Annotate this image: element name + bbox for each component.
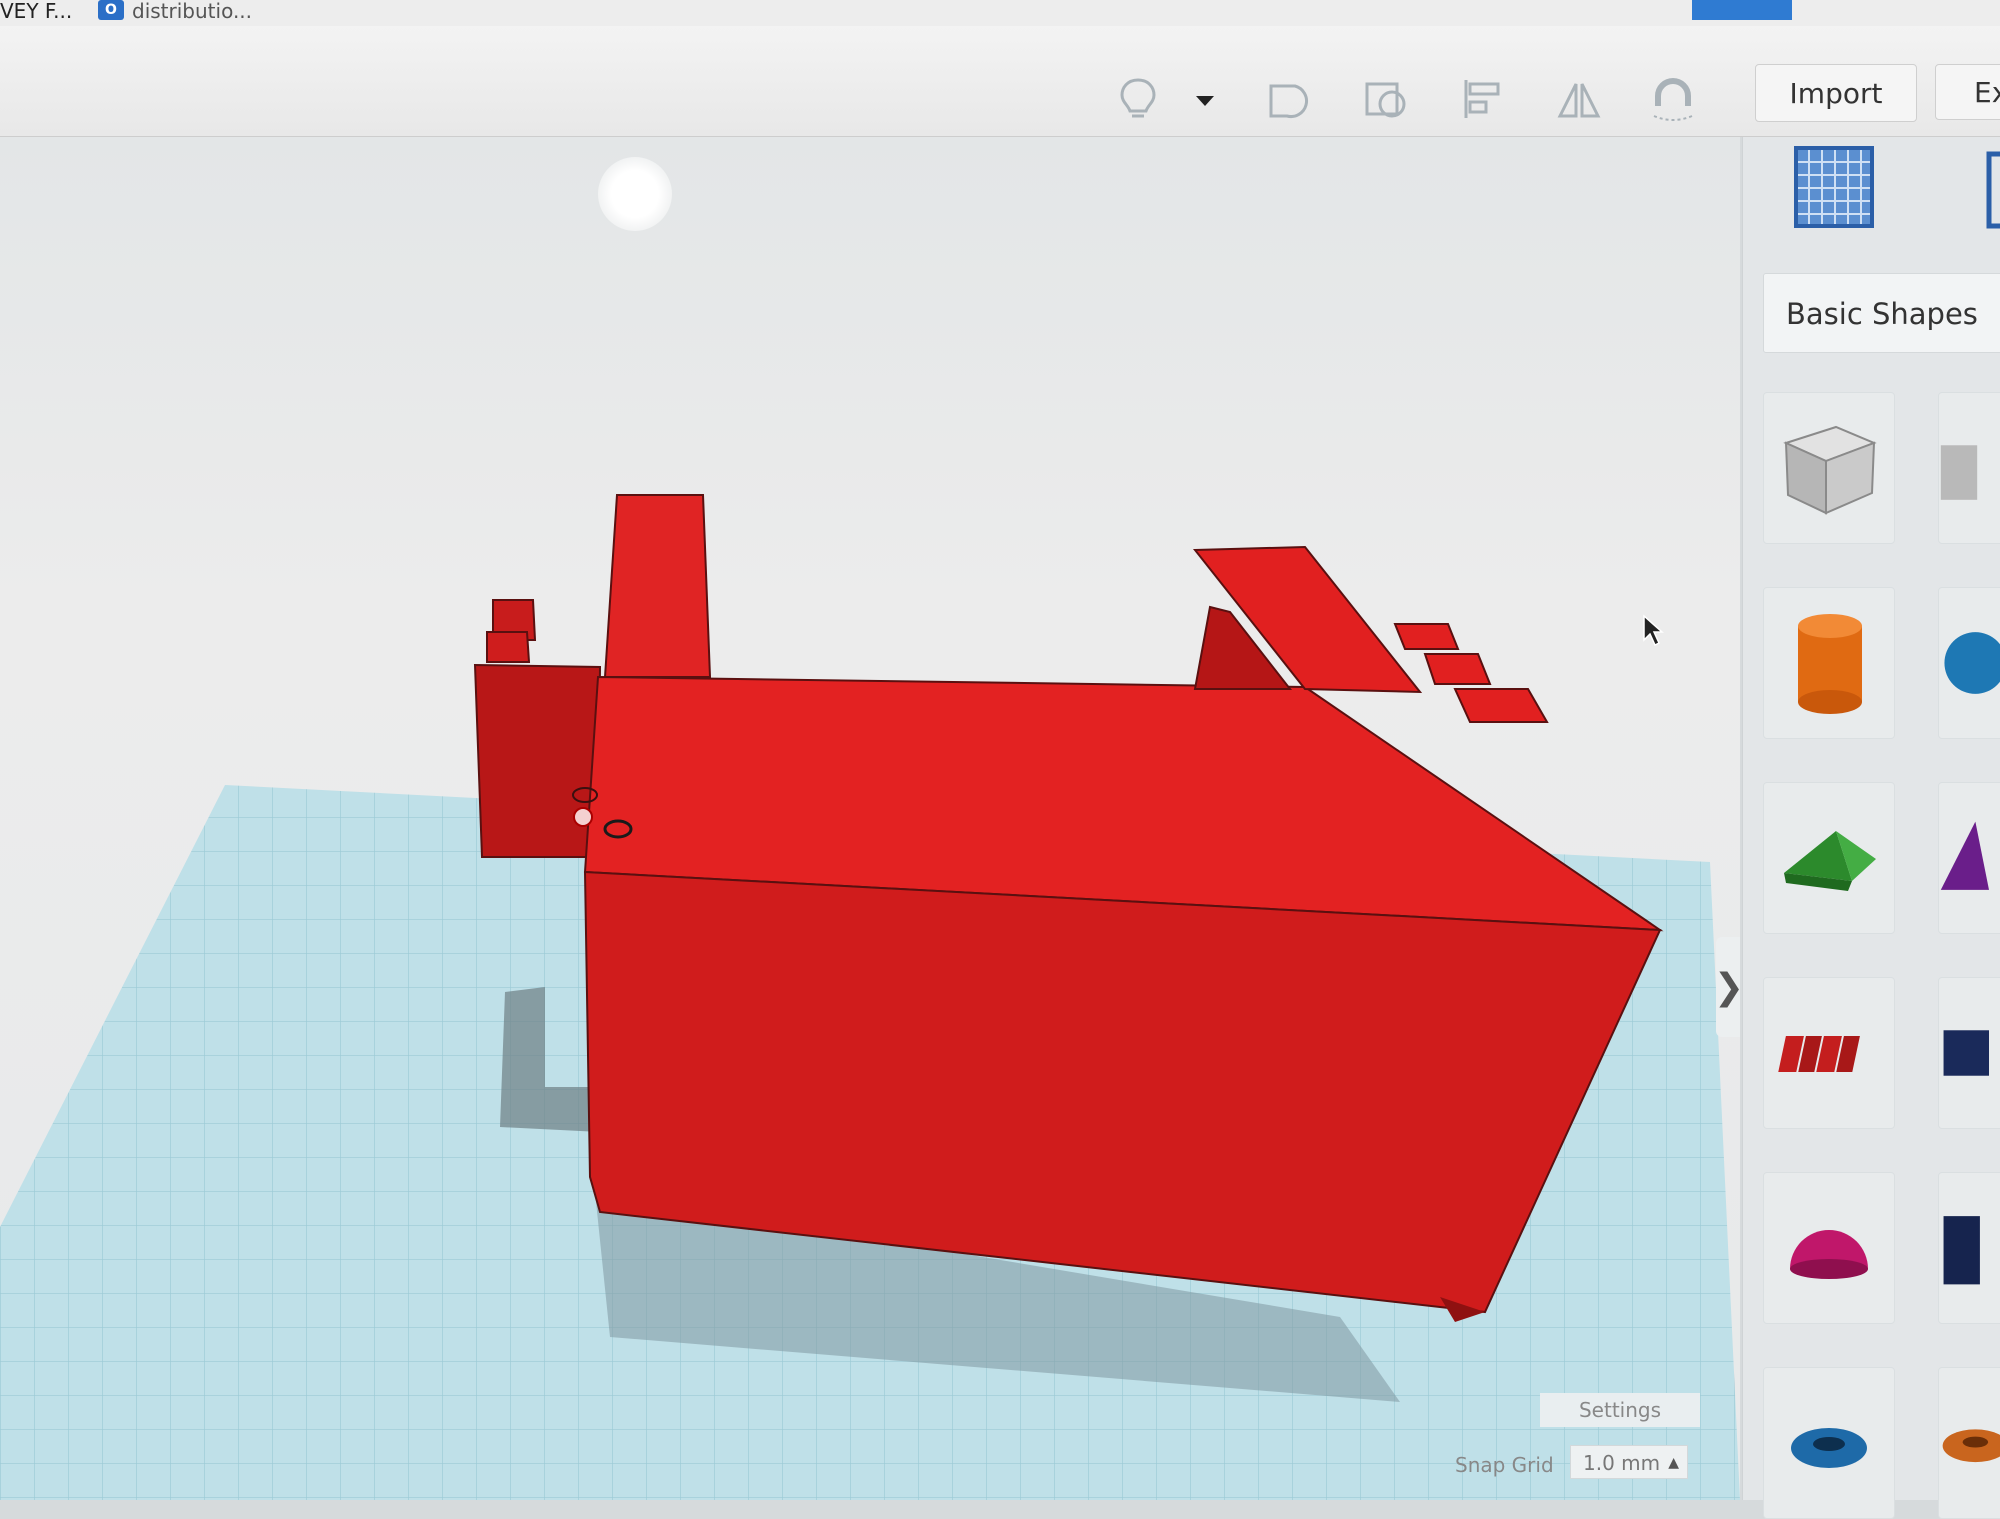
settings-button[interactable]: Settings (1540, 1393, 1700, 1427)
panel-collapse-button[interactable]: ❯ (1714, 937, 1740, 1037)
torus-shape-tile[interactable] (1763, 1367, 1895, 1519)
import-button[interactable]: Import (1755, 64, 1917, 122)
box-shape-tile[interactable] (1763, 392, 1895, 544)
caret-up-icon: ▲ (1668, 1455, 1679, 1471)
dropdown-caret-icon[interactable] (1190, 76, 1220, 122)
roof-shape-icon (1784, 831, 1876, 891)
grid-view-icon[interactable] (1793, 145, 1875, 229)
model-left-block[interactable] (473, 663, 602, 858)
cylinder-shape-icon (1798, 614, 1862, 714)
mirror-icon[interactable] (1556, 76, 1602, 122)
workplane-scene[interactable] (0, 137, 1740, 1500)
text-shape-tile[interactable] (1763, 977, 1895, 1129)
half-sphere-shape-icon (1790, 1230, 1868, 1279)
lightbulb-icon[interactable] (1115, 76, 1161, 122)
shapes-panel: Basic Shapes (1742, 137, 2000, 1519)
mouse-cursor-icon (1643, 614, 1664, 647)
model-back-post[interactable] (603, 494, 712, 678)
snap-grid-select[interactable]: 1.0 mm ▲ (1570, 1445, 1688, 1479)
polygon-navy-icon (1943, 1216, 1980, 1285)
ruler-icon[interactable] (1362, 76, 1408, 122)
half-sphere-shape-tile[interactable] (1763, 1172, 1895, 1324)
model-right-tab-3[interactable] (1453, 688, 1549, 723)
align-icon[interactable] (1460, 76, 1506, 122)
tube-orange-icon (1942, 1429, 2000, 1463)
tab-label-right[interactable]: distributio... (132, 0, 252, 22)
cylinder-gray-icon (1940, 445, 1978, 500)
shape-tile-col2-2[interactable] (1938, 587, 2000, 739)
shape-tile-col2-4[interactable] (1938, 977, 2000, 1129)
shape-tile-col2-3[interactable] (1938, 782, 2000, 934)
model-small-tab-bottom[interactable] (486, 631, 531, 663)
snap-grid-value: 1.0 mm (1583, 1451, 1661, 1475)
shape-tile-col2-5[interactable] (1938, 1172, 2000, 1324)
browser-tab-strip: VEY F... O distributio... (0, 0, 2000, 27)
roof-shape-tile[interactable] (1763, 782, 1895, 934)
box-navy-icon (1943, 1030, 1989, 1076)
box-shape-icon (1783, 425, 1877, 515)
snap-grid-label: Snap Grid (1455, 1453, 1554, 1477)
text-shape-icon (1778, 1036, 1860, 1072)
cone-purple-icon (1940, 821, 1989, 890)
export-button[interactable]: Ex (1935, 64, 2000, 120)
screen-glare (598, 157, 672, 231)
model-right-tab-1[interactable] (1393, 623, 1460, 650)
workplane-viewport[interactable]: ❯ Settings Snap Grid 1.0 mm ▲ (0, 137, 1740, 1500)
tab-label-left[interactable]: VEY F... (0, 0, 72, 22)
active-tab-indicator[interactable] (1692, 0, 1792, 20)
red-model[interactable] (473, 494, 1664, 1322)
shape-tile-col2-1[interactable] (1938, 392, 2000, 544)
model-right-tab-2[interactable] (1423, 653, 1492, 685)
outlook-icon: O (98, 0, 124, 20)
workplane-icon[interactable] (1265, 76, 1311, 122)
editor-toolbar: Import Ex (0, 26, 2000, 137)
list-view-icon[interactable] (1983, 151, 2000, 229)
sphere-blue-icon (1944, 632, 2000, 694)
snap-point-marker[interactable] (573, 807, 593, 827)
shape-category-select[interactable]: Basic Shapes (1763, 273, 2000, 353)
cylinder-shape-tile[interactable] (1763, 587, 1895, 739)
magnet-icon[interactable] (1650, 76, 1696, 122)
torus-shape-icon (1791, 1428, 1867, 1468)
shape-tile-col2-6[interactable] (1938, 1367, 2000, 1519)
